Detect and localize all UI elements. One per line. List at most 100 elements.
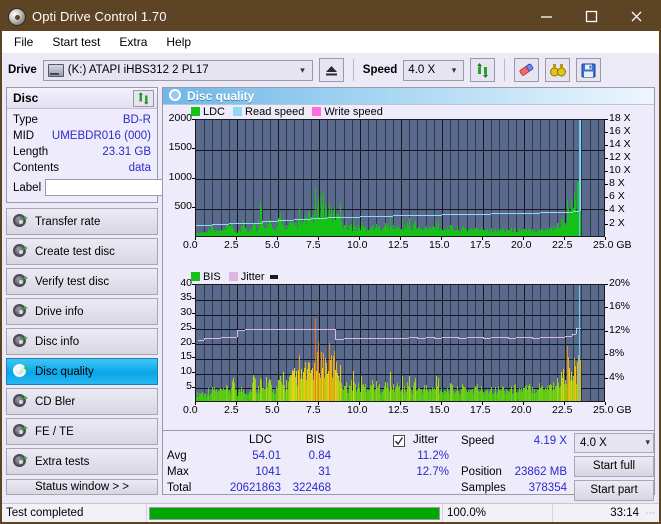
x-axis-tick <box>236 401 237 405</box>
position-marker <box>579 284 580 401</box>
x-axis-tick-label: 22.5 <box>552 238 573 251</box>
close-icon[interactable] <box>614 2 659 31</box>
ldc-chart-legend: LDC Read speed Write speed <box>191 106 387 118</box>
drive-select[interactable]: (K:) ATAPI iHBS312 2 PL17 ▾ <box>42 59 313 81</box>
menu-item-file[interactable]: File <box>10 33 42 51</box>
x-axis-tick-label: 12.5 <box>388 403 409 416</box>
disc-icon: ✦ <box>13 304 29 319</box>
series-line <box>499 337 508 339</box>
series-line <box>228 223 246 225</box>
save-button[interactable] <box>576 58 602 82</box>
y-axis-tick-label: 1000 <box>168 170 192 183</box>
test-speed-select[interactable]: 4.0 X ▾ <box>574 432 654 453</box>
x-axis-tick-label: 25.0 GB <box>593 238 632 251</box>
position-marker <box>579 119 580 236</box>
gridline-horizontal <box>196 314 604 316</box>
disc-icon: ✦ <box>13 274 29 289</box>
resize-grip-icon[interactable]: ⋯ <box>645 508 659 519</box>
sidebar-item-cd-bler[interactable]: ✦ CD Bler <box>6 388 158 415</box>
series-line <box>458 214 475 216</box>
stats-speed-value: 4.19 X <box>533 434 567 447</box>
stats-avg-jitter: 11.2% <box>417 449 449 462</box>
sidebar-item-fe-te[interactable]: ✦ FE / TE <box>6 418 158 445</box>
eject-button[interactable] <box>318 58 344 82</box>
y-axis-tick-label: 10 <box>180 365 192 378</box>
speed-select[interactable]: 4.0 X ▾ <box>403 59 465 81</box>
refresh-button[interactable] <box>470 58 496 82</box>
disc-panel: Disc Type BD-R MID UMEBDR016 (000) Lengt… <box>6 87 253 203</box>
x-axis-tick <box>318 401 319 405</box>
app-disc-icon <box>8 7 26 26</box>
menu-item-extra[interactable]: Extra <box>115 33 156 51</box>
stats-panel: LDC BIS Jitter Avg 54.01 0.84 11.2% Max … <box>163 429 654 501</box>
y2-axis-tick-label: 20% <box>609 276 631 289</box>
y-axis-tick-label: 35 <box>180 291 192 304</box>
x-axis-tick-label: 0.0 <box>183 238 198 251</box>
sidebar-item-disc-info[interactable]: ✦ Disc info <box>6 328 158 355</box>
x-axis-tick <box>400 401 401 405</box>
disc-row-mid: MID UMEBDR016 (000) <box>13 129 151 144</box>
maximize-icon[interactable] <box>569 2 614 31</box>
menu-item-start-test[interactable]: Start test <box>48 33 109 51</box>
status-message: Test completed <box>2 503 147 522</box>
disc-icon: ✦ <box>13 244 29 259</box>
y2-axis-tick-label: 16% <box>609 300 631 313</box>
series-line <box>253 329 262 331</box>
x-axis-tick-label: 17.5 <box>470 403 491 416</box>
menu-item-help[interactable]: Help <box>162 33 200 51</box>
progress-bar <box>149 506 440 520</box>
sidebar-nav: ✦ Transfer rate ✦ Create test disc ✦ Ver… <box>6 208 158 475</box>
status-window-button[interactable]: Status window > > <box>6 479 158 495</box>
series-line <box>442 214 459 216</box>
start-part-button[interactable]: Start part <box>574 479 654 501</box>
series-line <box>269 329 278 331</box>
y2-axis-tick <box>605 354 608 356</box>
series-line <box>360 338 369 340</box>
y2-axis-tick <box>605 157 608 159</box>
y2-axis-tick-label: 8 X <box>609 177 625 190</box>
minimize-icon[interactable] <box>524 2 569 31</box>
series-line <box>524 337 533 339</box>
series-line <box>261 221 278 223</box>
sidebar-item-drive-info[interactable]: ✦ Drive info <box>6 298 158 325</box>
gridline-horizontal <box>196 149 604 151</box>
stats-max-jitter: 12.7% <box>416 465 449 478</box>
legend-label: LDC <box>203 105 226 118</box>
window-title: Opti Drive Control 1.70 <box>32 9 167 24</box>
elapsed-time: 33:14 <box>610 507 639 519</box>
binoculars-button[interactable] <box>545 58 571 82</box>
y2-axis-tick-label: 10 X <box>609 164 631 177</box>
y2-axis-tick <box>605 210 608 212</box>
legend-label: Write speed <box>324 105 383 118</box>
page-title: Disc quality <box>187 88 255 103</box>
disc-icon: ✦ <box>13 424 29 439</box>
y2-axis-tick-label: 4% <box>609 371 625 384</box>
sidebar-item-transfer-rate[interactable]: ✦ Transfer rate <box>6 208 158 235</box>
x-axis-tick-label: 7.5 <box>306 403 321 416</box>
save-icon <box>581 63 596 77</box>
sidebar-item-extra-tests[interactable]: ✦ Extra tests <box>6 448 158 475</box>
y2-axis-tick <box>605 118 608 120</box>
data-bar <box>580 359 581 401</box>
legend-swatch <box>191 107 200 117</box>
disc-refresh-button[interactable] <box>133 89 154 107</box>
series-line <box>450 337 459 339</box>
sidebar-item-verify-test-disc[interactable]: ✦ Verify test disc <box>6 268 158 295</box>
sidebar-item-disc-quality[interactable]: ✦ Disc quality <box>6 358 158 385</box>
x-axis-tick-label: 17.5 <box>470 238 491 251</box>
disc-row-value: BD-R <box>122 114 151 126</box>
start-full-button[interactable]: Start full <box>574 455 654 477</box>
y2-axis-tick-label: 18 X <box>609 111 631 124</box>
series-line <box>540 212 557 214</box>
sidebar-item-create-test-disc[interactable]: ✦ Create test disc <box>6 238 158 265</box>
jitter-checkbox[interactable] <box>393 434 405 447</box>
x-axis-tick-label: 2.5 <box>224 238 239 251</box>
eraser-button[interactable] <box>514 58 540 82</box>
jitter-label: Jitter <box>413 433 438 446</box>
disc-row-key: Type <box>13 114 38 126</box>
legend-swatch <box>233 107 243 117</box>
gridline-horizontal <box>196 208 604 210</box>
status-bar: Test completed 100.0% 33:14 ⋯ <box>2 503 659 522</box>
title-bar: Opti Drive Control 1.70 <box>2 2 659 31</box>
series-line <box>335 329 337 339</box>
